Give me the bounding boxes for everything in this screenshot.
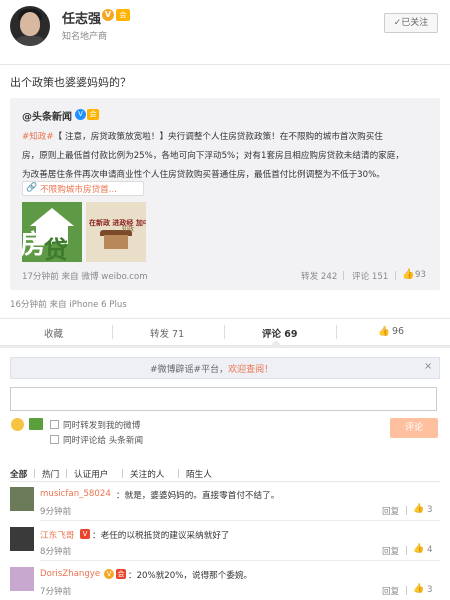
verified-icon: V [102,9,114,21]
comment-input[interactable] [10,387,437,411]
repost-button[interactable]: 转发 71 [150,326,184,340]
thumbs-up-icon[interactable]: 👍 [413,584,424,594]
comment-username[interactable]: DorisZhangye [40,569,100,579]
separator [336,325,337,339]
filter-divider [10,481,440,482]
repost-checkbox-label: 同时转发到我的微博 [63,421,141,431]
thumbs-up-icon[interactable]: 👍 [402,269,414,280]
body-line3: 为改善居住条件再次申请商业性个人住房贷款购买普通住房，最低首付比例调整为不低于3… [22,170,385,180]
favorite-button[interactable]: 收藏 [44,326,63,340]
repost-like-count[interactable]: 93 [415,270,426,280]
comment-tab[interactable]: 评论 69 [262,326,298,340]
notice-highlight[interactable]: 欢迎查阅！ [228,365,273,375]
comment-avatar[interactable] [10,487,34,511]
comment-area-top [0,346,450,348]
thumbs-up-icon[interactable]: 👍 [378,326,390,337]
like-count[interactable]: 96 [392,326,404,337]
repost-body: #知政#【 注意，房贷政策放宽啦！】央行调整个人住房贷款政策！在不限购的城市首次… [22,128,432,185]
filter-verified[interactable]: 认证用户 [74,468,108,480]
comment-time: 7分钟前 [40,587,72,597]
filter-following[interactable]: 关注的人 [130,468,164,480]
comment-avatar[interactable] [10,527,34,551]
emoji-icon[interactable] [11,418,24,431]
filter-all[interactable]: 全部 [10,468,27,480]
topic-tag[interactable]: #知政# [22,132,54,142]
comment-like-count[interactable]: 3 [427,585,432,595]
repost-repost-link[interactable]: 转发 242 [301,270,337,282]
filter-hot[interactable]: 热门 [42,468,59,480]
comment-text: ：20%就20%，说得那个委婉。 [128,571,253,581]
post-time-source: 16分钟前 来自 iPhone 6 Plus [10,300,127,310]
image-caption: 知政 [122,226,135,233]
repost-time-source: 17分钟前 来自 微博 weibo.com [22,272,148,282]
repost-comment-link[interactable]: 评论 151 [352,270,388,282]
comment-text: ：就是，婆婆妈妈的。直接零首付不结了。 [116,491,280,501]
temple-body-shape [104,235,128,249]
comment-username[interactable]: musicfan_58024 [40,489,111,499]
image-glyph: 房 [22,230,47,260]
image-thumbnail-temple[interactable]: 在新政 进政经 加中国 知政 [86,202,146,262]
body-line1: 【 注意，房贷政策放宽啦！】央行调整个人住房贷款政策！在不限购的城市首次购买住 [53,132,383,142]
comment-text: ：老任的以税抵贷的建议采纳就好了 [92,531,230,541]
header-divider [0,64,450,65]
post-text: 出个政策也婆婆妈妈的？ [10,76,131,89]
image-thumbnail-house[interactable]: 房 贷 [22,202,82,262]
image-glyph: 贷 [44,236,68,262]
separator [406,546,407,555]
comment-like-count[interactable]: 4 [427,545,432,555]
verified-icon: V [75,109,86,120]
filter-strangers[interactable]: 陌生人 [186,468,212,480]
close-icon[interactable]: × [424,361,432,372]
user-subtitle: 知名地产商 [62,32,108,42]
username[interactable]: 任志强 [62,8,101,27]
separator [122,469,123,478]
member-icon: 会 [87,109,99,120]
submit-comment-button[interactable]: 评论 [390,418,438,438]
follow-label: 已关注 [401,18,429,28]
image-caption: 在新政 进政经 加中国 [89,219,146,227]
separator [406,586,407,595]
follow-button[interactable]: ✓已关注 [384,13,438,33]
body-line2: 房，原则上最低首付款比例为25%，各地可向下浮动5%；对有1套房且相应购房贷款未… [22,151,404,161]
comment-divider [40,520,440,521]
link-text[interactable]: 不限购城市房贷首... [40,183,117,195]
avatar[interactable] [10,6,50,46]
separator [66,469,67,478]
link-icon: 🔗 [26,183,38,193]
comment-to-original-label: 同时评论给 头条新闻 [63,436,144,446]
picture-icon[interactable] [29,418,43,430]
comment-reply-button[interactable]: 回复 [382,585,399,597]
separator [395,271,396,280]
member-icon: V [80,529,90,539]
avatar-shirt [14,36,46,46]
comment-reply-button[interactable]: 回复 [382,505,399,517]
separator [406,506,407,515]
comment-username[interactable]: 江东飞哥 [40,529,74,541]
comment-divider [40,560,440,561]
separator [112,325,113,339]
separator [178,469,179,478]
repost-checkbox[interactable] [50,420,59,429]
member-icon: 会 [116,569,126,579]
avatar-face [20,12,40,36]
separator [34,469,35,478]
comment-to-original-checkbox[interactable] [50,435,59,444]
comment-time: 8分钟前 [40,547,72,557]
repost-username[interactable]: @头条新闻 [22,108,72,123]
separator [343,271,344,280]
notice-prefix[interactable]: #微博辟谣#平台， [150,365,228,375]
comment-time: 9分钟前 [40,507,72,517]
thumbs-up-icon[interactable]: 👍 [413,544,424,554]
member-icon: 会 [116,9,130,21]
notice-text: #微博辟谣#平台，欢迎查阅！ [150,362,273,375]
verified-icon: V [104,569,114,579]
comment-avatar[interactable] [10,567,34,591]
comment-reply-button[interactable]: 回复 [382,545,399,557]
comment-like-count[interactable]: 3 [427,505,432,515]
separator [224,325,225,339]
thumbs-up-icon[interactable]: 👍 [413,504,424,514]
